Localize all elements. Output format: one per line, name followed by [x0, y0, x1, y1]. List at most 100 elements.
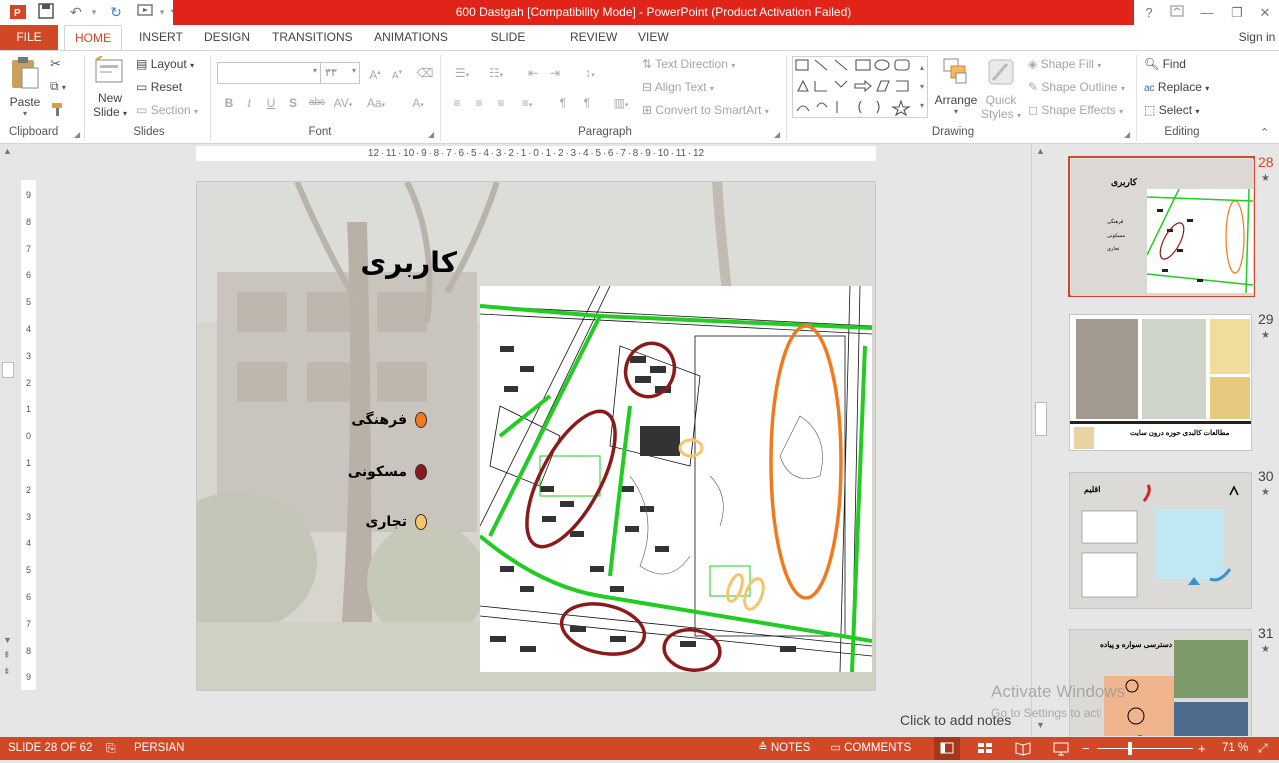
bullets-icon[interactable]: ☰▾	[448, 64, 476, 82]
bold-button[interactable]: B	[220, 94, 238, 112]
font-size-combobox[interactable]: ۳۳ ▾	[320, 62, 360, 84]
tab-transitions[interactable]: TRANSITIONS	[264, 25, 356, 50]
shape-fill-button[interactable]: ◈ Shape Fill ▾	[1028, 57, 1101, 71]
tab-home[interactable]: HOME	[64, 25, 122, 51]
format-painter-icon[interactable]	[50, 101, 66, 117]
slide-counter[interactable]: SLIDE 28 OF 62	[8, 737, 92, 760]
change-case-button[interactable]: Aa▾	[362, 94, 390, 112]
tab-file[interactable]: FILE	[0, 25, 58, 50]
tab-view[interactable]: VIEW	[630, 25, 676, 50]
quick-styles-button[interactable]: Quick Styles ▾	[980, 56, 1022, 122]
decrease-font-size-icon[interactable]: A▾	[388, 64, 406, 82]
sign-in-link[interactable]: Sign in	[1236, 25, 1278, 50]
undo-icon[interactable]: ↶	[66, 3, 86, 22]
vertical-ruler[interactable]: 9 8 7 6 5 4 3 2 1 0 1 2 3 4 5 6 7 8 9	[21, 180, 36, 690]
text-direction-button[interactable]: ⇅ Text Direction ▾	[642, 57, 735, 71]
strikethrough-button[interactable]: abc	[306, 94, 328, 112]
font-name-combobox[interactable]: ▾	[217, 62, 321, 84]
clipboard-launcher-icon[interactable]: ◢	[74, 130, 80, 139]
restore-icon[interactable]: ❐	[1226, 3, 1248, 22]
spell-check-icon[interactable]: ⎘	[106, 737, 116, 760]
thumbnail-slide-28[interactable]: كاربری فرهنگی مسکونی تجاری	[1068, 156, 1255, 297]
arrange-button[interactable]: Arrange ▾	[933, 56, 979, 122]
paragraph-launcher-icon[interactable]: ◢	[774, 130, 780, 139]
layout-button[interactable]: ▤ Layout ▾	[136, 57, 194, 71]
section-button[interactable]: ▭ Section ▾	[136, 103, 198, 117]
comments-toggle-button[interactable]: ▭ COMMENTS	[830, 737, 911, 760]
scroll-up-arrow-icon[interactable]: ▲	[3, 146, 12, 156]
columns-icon[interactable]: ▥▾	[608, 94, 634, 112]
increase-indent-icon[interactable]: ⇥	[546, 64, 564, 82]
font-color-button[interactable]: A▾	[404, 94, 432, 112]
clear-formatting-icon[interactable]: ⌫	[416, 64, 434, 82]
tab-slide-show[interactable]: SLIDE SHOW	[466, 25, 550, 68]
select-button[interactable]: ⬚ Select ▾	[1144, 103, 1199, 117]
align-left-icon[interactable]: ≡	[448, 94, 466, 112]
reset-button[interactable]: ▭ Reset	[136, 80, 182, 94]
thumbnail-slide-30[interactable]: اقلیم	[1069, 472, 1252, 609]
thumbnail-pane-collapse-handle[interactable]	[2, 362, 14, 378]
find-button[interactable]: 🔍︎ Find	[1144, 57, 1186, 71]
ltr-icon[interactable]: ¶	[554, 94, 572, 112]
numbering-icon[interactable]: ☷▾	[482, 64, 510, 82]
cut-icon[interactable]: ✂	[50, 56, 66, 72]
slide-vertical-scrollbar[interactable]: ▲ ▼	[1031, 144, 1050, 736]
thumbnail-slide-29[interactable]: مطالعات کالبدی حوزه درون سایت	[1069, 314, 1252, 451]
line-spacing-icon[interactable]: ↕▾	[576, 64, 604, 82]
tab-design[interactable]: DESIGN	[196, 25, 254, 50]
center-icon[interactable]: ≡	[470, 94, 488, 112]
convert-to-smartart-button[interactable]: ⊞ Convert to SmartArt ▾	[642, 103, 769, 117]
reading-view-button[interactable]	[1012, 737, 1034, 760]
copy-icon[interactable]: ⧉ ▾	[50, 79, 74, 95]
tab-insert[interactable]: INSERT	[131, 25, 187, 50]
close-icon[interactable]: ✕	[1254, 3, 1276, 22]
next-slide-icon[interactable]: ⇟	[3, 666, 11, 677]
zoom-in-icon[interactable]: +	[1198, 737, 1206, 760]
shape-outline-button[interactable]: ✎ Shape Outline ▾	[1028, 80, 1125, 94]
shape-effects-button[interactable]: ◻ Shape Effects ▾	[1028, 103, 1123, 117]
notes-toggle-button[interactable]: ≙ NOTES	[758, 737, 810, 760]
language-indicator[interactable]: PERSIAN	[134, 737, 185, 760]
shapes-gallery-scroll-icon[interactable]: ▴ ▾ ▾	[917, 58, 927, 116]
zoom-out-icon[interactable]: −	[1082, 737, 1090, 760]
increase-font-size-icon[interactable]: A▴	[366, 64, 384, 82]
paste-button[interactable]: Paste ▾	[6, 56, 44, 118]
ribbon-display-options-icon[interactable]	[1166, 3, 1188, 22]
slide-title[interactable]: كاربری	[347, 246, 457, 279]
decrease-indent-icon[interactable]: ⇤	[524, 64, 542, 82]
tab-animations[interactable]: ANIMATIONS	[366, 25, 456, 50]
justify-icon[interactable]: ≡▾	[514, 94, 540, 112]
drawing-launcher-icon[interactable]: ◢	[1124, 130, 1130, 139]
tab-review[interactable]: REVIEW	[562, 25, 620, 50]
scroll-down-arrow-icon[interactable]: ▼	[3, 635, 12, 645]
zoom-slider-track[interactable]	[1097, 748, 1193, 749]
previous-slide-icon[interactable]: ⇞	[3, 650, 11, 661]
current-slide[interactable]: كاربری فرهنگی مسکونی تجاری	[196, 181, 876, 691]
slide-show-button[interactable]	[1050, 737, 1072, 760]
replace-button[interactable]: ac Replace ▾	[1144, 80, 1209, 94]
notes-pane[interactable]: Click to add notes	[0, 705, 1030, 737]
new-slide-button[interactable]: New Slide ▾	[90, 55, 130, 122]
zoom-level[interactable]: 71 %	[1222, 737, 1248, 760]
align-right-icon[interactable]: ≡	[492, 94, 510, 112]
character-spacing-button[interactable]: AV▾	[330, 94, 356, 112]
horizontal-ruler[interactable]: 12 · 11 · 10 · 9 · 8 · 7 · 6 · 5 · 4 · 3…	[196, 146, 876, 161]
font-launcher-icon[interactable]: ◢	[428, 130, 434, 139]
repeat-icon[interactable]: ↻	[106, 3, 126, 22]
undo-dropdown-icon[interactable]: ▾	[84, 3, 104, 22]
collapse-ribbon-icon[interactable]: ⌃	[1260, 126, 1269, 139]
rtl-icon[interactable]: ¶	[578, 94, 596, 112]
slide-sorter-button[interactable]	[974, 737, 996, 760]
save-icon[interactable]	[36, 3, 56, 22]
scrollbar-thumb[interactable]	[1035, 402, 1047, 436]
scrollbar-up-arrow-icon[interactable]: ▲	[1036, 146, 1045, 156]
help-icon[interactable]: ?	[1138, 3, 1160, 22]
shapes-gallery[interactable]	[792, 56, 928, 118]
zoom-slider-thumb[interactable]	[1128, 742, 1132, 755]
shadow-button[interactable]: S	[284, 94, 302, 112]
italic-button[interactable]: I	[240, 94, 258, 112]
underline-button[interactable]: U	[262, 94, 280, 112]
minimize-icon[interactable]: —	[1196, 3, 1218, 22]
align-text-button[interactable]: ⊟ Align Text ▾	[642, 80, 714, 94]
site-plan-map[interactable]	[480, 286, 872, 672]
